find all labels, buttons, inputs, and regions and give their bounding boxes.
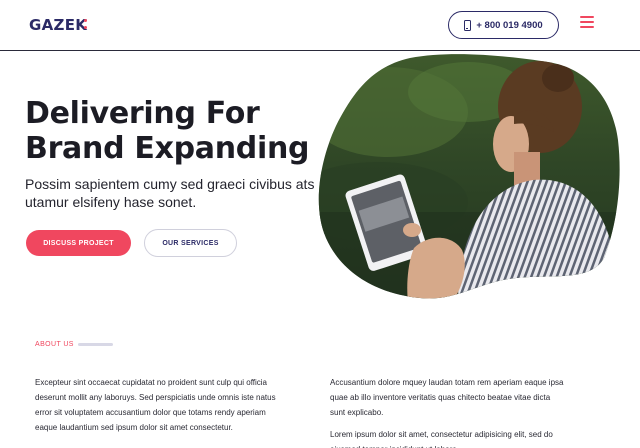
discuss-project-button[interactable]: DISCUSS PROJECT [26, 230, 131, 256]
hero-title-line-2: Brand Expanding [25, 131, 310, 166]
phone-number: + 800 019 4900 [476, 19, 543, 31]
our-services-button[interactable]: OUR SERVICES [144, 229, 237, 257]
about-right-column: Accusantium dolore mquey laudan totam re… [330, 375, 565, 448]
hero-subtitle: Possim sapientem cumy sed graeci civibus… [25, 176, 315, 210]
phone-button[interactable]: + 800 019 4900 [448, 11, 559, 39]
hero-image [318, 54, 620, 299]
logo[interactable]: GAZEK [29, 16, 87, 34]
about-right-paragraph-1: Accusantium dolore mquey laudan totam re… [330, 378, 564, 417]
about-left-paragraph: Excepteur sint occaecat cupidatat no pro… [35, 378, 276, 432]
about-label-divider [78, 343, 113, 346]
phone-icon [464, 19, 472, 31]
logo-colon-mark [84, 19, 88, 31]
about-right-paragraph-2: Lorem ipsum dolor sit amet, consectetur … [330, 430, 553, 448]
hero-title: Delivering For Brand Expanding [25, 96, 325, 166]
hero-title-line-1: Delivering For [25, 96, 260, 131]
about-section-label: ABOUT US [35, 341, 74, 348]
hamburger-menu-icon[interactable] [580, 16, 594, 29]
site-header: GAZEK + 800 019 4900 [0, 0, 640, 51]
